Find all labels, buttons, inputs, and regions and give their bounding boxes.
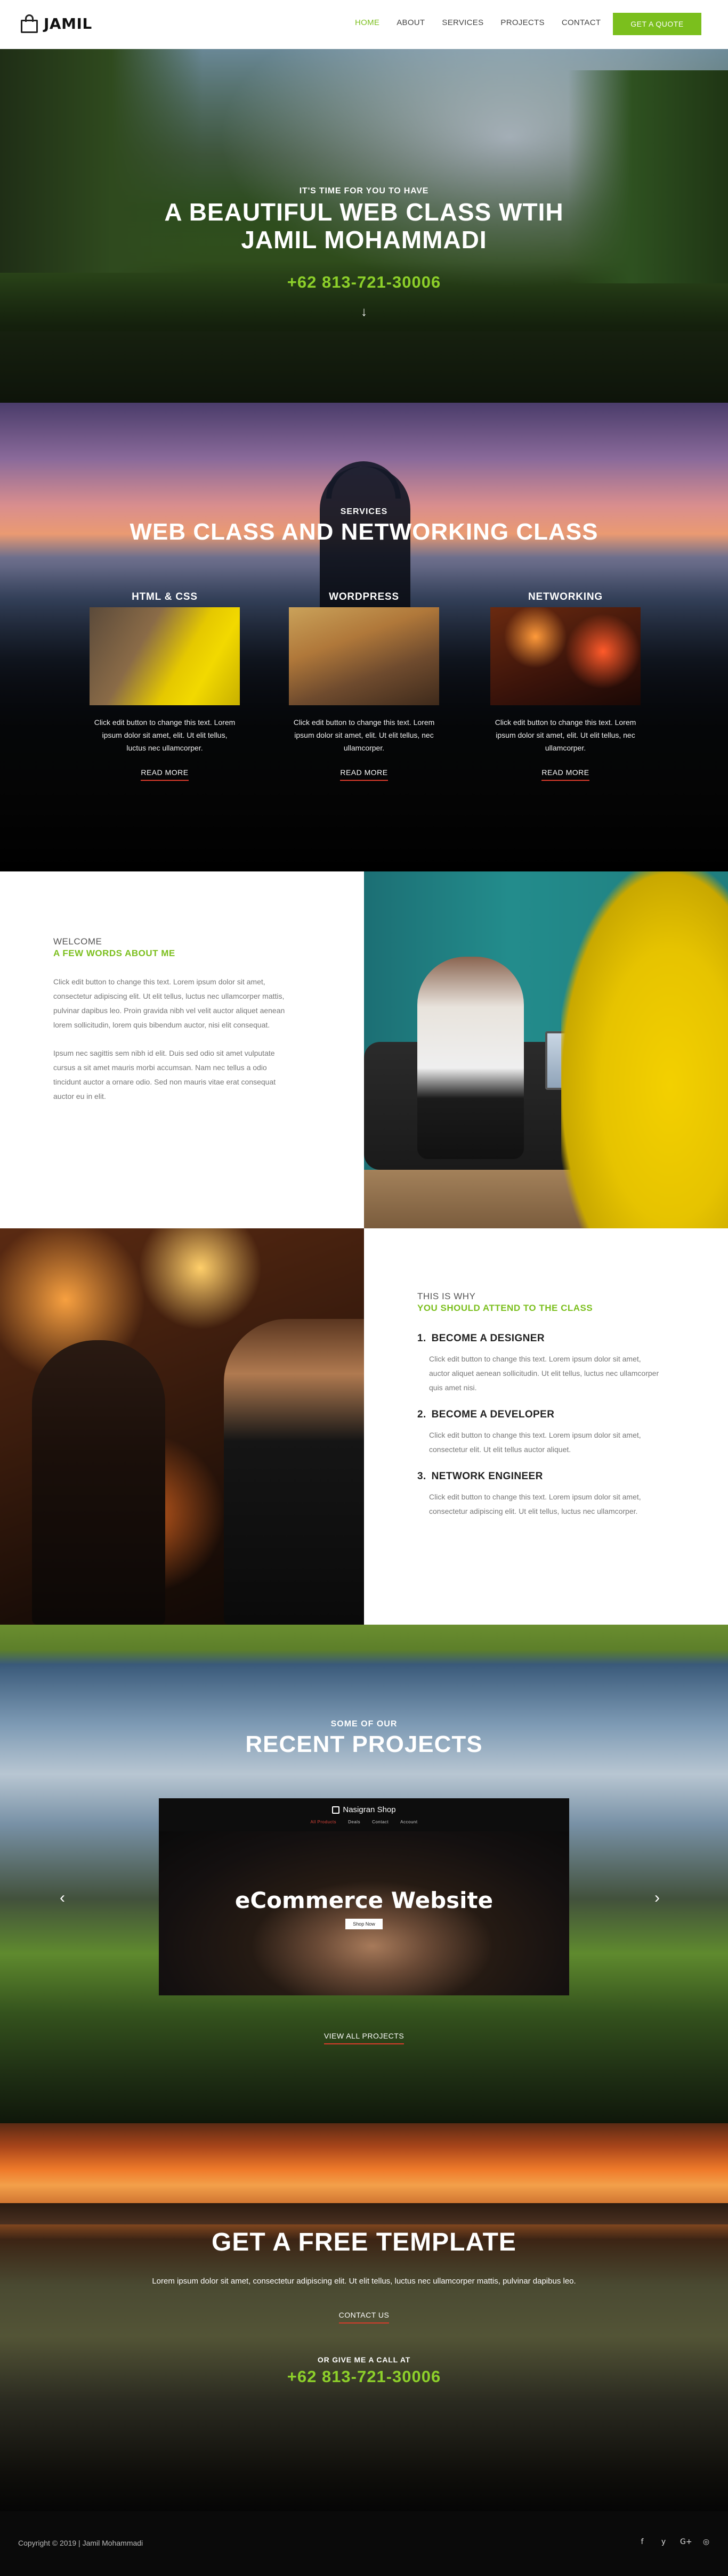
services-title: WEB CLASS AND NETWORKING CLASS <box>130 519 598 545</box>
service-label: HTML & CSS <box>132 591 198 602</box>
service-label: NETWORKING <box>528 591 603 602</box>
project-slide-header: Nasigran Shop All Products Deals Contact… <box>159 1798 569 1831</box>
why-list-item: 3. NETWORK ENGINEER Click edit button to … <box>417 1471 662 1519</box>
why-list-item: 1. BECOME A DESIGNER Click edit button to… <box>417 1333 662 1395</box>
project-slide[interactable]: Nasigran Shop All Products Deals Contact… <box>159 1798 569 1995</box>
why-text-block: THIS IS WHY YOU SHOULD ATTEND TO THE CLA… <box>417 1291 662 1532</box>
hero-title-line-2: JAMIL MOHAMMADI <box>241 226 487 254</box>
site-header: JAMIL HOME ABOUT SERVICES PROJECTS CONTA… <box>0 0 728 49</box>
why-item-title: BECOME A DEVELOPER <box>431 1409 555 1420</box>
read-more-link[interactable]: READ MORE <box>541 768 589 781</box>
services-section: SERVICES WEB CLASS AND NETWORKING CLASS … <box>0 403 728 871</box>
facebook-icon[interactable]: f <box>637 2538 647 2546</box>
why-item-text: Click edit button to change this text. L… <box>429 1355 659 1392</box>
why-item-number: 3. <box>417 1471 426 1482</box>
main-nav: HOME ABOUT SERVICES PROJECTS CONTACT <box>355 18 618 27</box>
project-slide-nav-item: Contact <box>372 1820 389 1824</box>
site-logo[interactable]: JAMIL <box>19 14 92 33</box>
social-links: f y G+ ◎ <box>637 2538 711 2546</box>
contact-us-link[interactable]: CONTACT US <box>338 2311 390 2324</box>
hero-phone[interactable]: +62 813-721-30006 <box>0 273 728 292</box>
nav-projects[interactable]: PROJECTS <box>500 18 544 27</box>
why-heading: YOU SHOULD ATTEND TO THE CLASS <box>417 1303 593 1313</box>
nav-services[interactable]: SERVICES <box>442 18 483 27</box>
projects-section: SOME OF OUR RECENT PROJECTS Nasigran Sho… <box>0 1625 728 2123</box>
project-slide-shop-button: Shop Now <box>345 1919 383 1929</box>
why-item-title: BECOME A DESIGNER <box>431 1333 545 1344</box>
cta-link-wrap: CONTACT US <box>0 2311 728 2324</box>
service-text: Click edit button to change this text. L… <box>495 718 636 752</box>
read-more-link[interactable]: READ MORE <box>141 768 189 781</box>
arrow-down-icon[interactable]: ↓ <box>0 305 728 320</box>
site-footer: Copyright © 2019 | Jamil Mohammadi f y G… <box>0 2511 728 2576</box>
service-card-html-css: HTML & CSS Click edit button to change t… <box>87 591 242 781</box>
service-image-networking <box>490 607 641 705</box>
cta-section: GET A FREE TEMPLATE Lorem ipsum dolor si… <box>0 2123 728 2511</box>
service-image-html-css <box>90 607 240 705</box>
service-text: Click edit button to change this text. L… <box>94 718 236 752</box>
hero-pretitle: IT'S TIME FOR YOU TO HAVE <box>299 186 429 195</box>
why-section: THIS IS WHY YOU SHOULD ATTEND TO THE CLA… <box>0 1228 728 1625</box>
projects-title: RECENT PROJECTS <box>245 1731 483 1757</box>
service-text: Click edit button to change this text. L… <box>293 718 435 752</box>
project-slide-nav: All Products Deals Contact Account <box>310 1820 417 1824</box>
project-slide-nav-item: Deals <box>348 1820 361 1824</box>
nav-home[interactable]: HOME <box>355 18 379 27</box>
view-all-projects-wrap: VIEW ALL PROJECTS <box>0 2032 728 2044</box>
why-item-title: NETWORK ENGINEER <box>431 1471 543 1482</box>
about-paragraph-2: Ipsum nec sagittis sem nibh id elit. Dui… <box>53 1049 276 1100</box>
shop-bag-icon <box>332 1806 340 1814</box>
nav-contact[interactable]: CONTACT <box>562 18 601 27</box>
about-text-block: WELCOME A FEW WORDS ABOUT ME Click edit … <box>53 936 288 1104</box>
about-eyebrow: WELCOME <box>53 936 102 947</box>
service-card-networking: NETWORKING Click edit button to change t… <box>488 591 643 781</box>
logo-text: JAMIL <box>44 14 92 32</box>
hero-title-line-1: A BEAUTIFUL WEB CLASS WTIH <box>164 198 564 226</box>
hero-background-water <box>0 331 728 403</box>
about-photo <box>364 871 728 1228</box>
why-item-text: Click edit button to change this text. L… <box>429 1493 641 1515</box>
about-section: WELCOME A FEW WORDS ABOUT ME Click edit … <box>0 871 728 1228</box>
cta-text: Lorem ipsum dolor sit amet, consectetur … <box>152 2277 576 2286</box>
why-list: 1. BECOME A DESIGNER Click edit button to… <box>417 1333 662 1519</box>
cta-background-hills <box>0 2203 728 2224</box>
service-label: WORDPRESS <box>329 591 399 602</box>
services-pretitle: SERVICES <box>340 507 388 516</box>
shopping-bag-icon <box>19 14 39 33</box>
why-item-number: 1. <box>417 1333 426 1344</box>
nav-about[interactable]: ABOUT <box>397 18 425 27</box>
google-plus-icon[interactable]: G+ <box>680 2538 692 2546</box>
about-heading: A FEW WORDS ABOUT ME <box>53 948 175 958</box>
instagram-icon[interactable]: ◎ <box>701 2538 711 2546</box>
copyright-text: Copyright © 2019 | Jamil Mohammadi <box>18 2539 143 2547</box>
about-paragraph-1: Click edit button to change this text. L… <box>53 977 285 1029</box>
hero-title: A BEAUTIFUL WEB CLASS WTIH JAMIL MOHAMMA… <box>0 198 728 254</box>
get-a-quote-button[interactable]: GET A QUOTE <box>613 13 701 35</box>
project-slide-nav-item: Account <box>400 1820 418 1824</box>
view-all-projects-link[interactable]: VIEW ALL PROJECTS <box>323 2032 405 2044</box>
why-photo <box>0 1228 364 1625</box>
service-image-wordpress <box>289 607 439 705</box>
hero-section: IT'S TIME FOR YOU TO HAVE A BEAUTIFUL WE… <box>0 49 728 403</box>
chevron-left-icon[interactable]: ‹ <box>60 1889 65 1907</box>
why-list-item: 2. BECOME A DEVELOPER Click edit button t… <box>417 1409 662 1457</box>
project-slide-brand: Nasigran Shop <box>332 1805 396 1814</box>
cta-call-pretitle: OR GIVE ME A CALL AT <box>317 2355 411 2364</box>
twitter-icon[interactable]: y <box>659 2538 668 2546</box>
project-slide-hero: eCommerce Website Shop Now <box>159 1831 569 1995</box>
cta-phone[interactable]: +62 813-721-30006 <box>0 2367 728 2386</box>
project-slide-title: eCommerce Website <box>234 1887 494 1913</box>
why-eyebrow: THIS IS WHY <box>417 1291 476 1301</box>
chevron-right-icon[interactable]: › <box>654 1889 660 1907</box>
why-item-text: Click edit button to change this text. L… <box>429 1431 641 1454</box>
project-slide-nav-item: All Products <box>310 1820 337 1824</box>
service-card-wordpress: WORDPRESS Click edit button to change th… <box>287 591 441 781</box>
projects-pretitle: SOME OF OUR <box>330 1719 398 1729</box>
why-item-number: 2. <box>417 1409 426 1420</box>
read-more-link[interactable]: READ MORE <box>340 768 388 781</box>
cta-title: GET A FREE TEMPLATE <box>212 2228 516 2256</box>
project-slide-brand-name: Nasigran Shop <box>343 1805 396 1814</box>
